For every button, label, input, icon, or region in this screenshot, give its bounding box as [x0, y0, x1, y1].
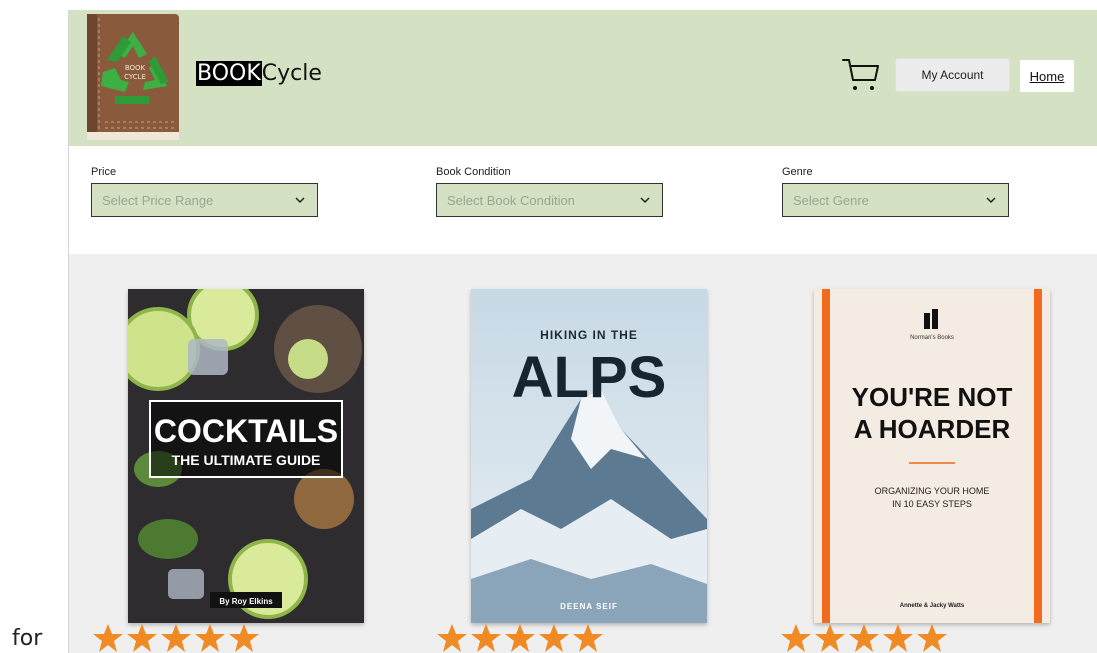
rating-stars-alps: [435, 623, 605, 653]
my-account-button[interactable]: My Account: [895, 58, 1010, 92]
svg-text:IN 10 EASY STEPS: IN 10 EASY STEPS: [892, 499, 972, 509]
site-frame: BOOK CYCLE BOOKCycle My Account Home Pri…: [68, 10, 1097, 653]
book-condition-placeholder: Select Book Condition: [447, 192, 575, 208]
book-cover-cocktails[interactable]: COCKTAILS THE ULTIMATE GUIDE By Roy Elki…: [128, 289, 364, 623]
svg-text:Annette & Jacky Watts: Annette & Jacky Watts: [900, 603, 965, 609]
price-filter-label: Price: [91, 166, 117, 178]
home-link[interactable]: Home: [1020, 60, 1074, 92]
star-icon: [161, 624, 191, 652]
rating-stars-hoarder: [779, 623, 949, 653]
svg-text:ALPS: ALPS: [512, 345, 667, 410]
svg-text:THE ULTIMATE GUIDE: THE ULTIMATE GUIDE: [172, 452, 321, 468]
star-icon: [127, 624, 157, 652]
svg-text:ORGANIZING YOUR HOME: ORGANIZING YOUR HOME: [875, 486, 990, 496]
star-icon: [195, 624, 225, 652]
star-icon: [471, 624, 501, 652]
star-icon: [781, 624, 811, 652]
price-filter: Price Select Price Range: [91, 166, 318, 217]
logo[interactable]: BOOK CYCLE: [85, 12, 185, 144]
book-cover-alps[interactable]: HIKING IN THE ALPS DEENA SEIF: [471, 289, 707, 623]
product-grid: COCKTAILS THE ULTIMATE GUIDE By Roy Elki…: [69, 254, 1097, 653]
chevron-down-icon: [295, 197, 305, 204]
star-icon: [437, 624, 467, 652]
outer-caption-text: for: [12, 626, 43, 651]
brand-highlight: BOOK: [196, 61, 262, 86]
svg-text:COCKTAILS: COCKTAILS: [154, 413, 338, 449]
svg-text:HIKING IN THE: HIKING IN THE: [540, 328, 638, 342]
star-icon: [539, 624, 569, 652]
star-icon: [849, 624, 879, 652]
svg-text:CYCLE: CYCLE: [124, 73, 146, 81]
price-range-select[interactable]: Select Price Range: [91, 183, 318, 217]
svg-text:A HOARDER: A HOARDER: [854, 414, 1011, 444]
chevron-down-icon: [986, 197, 996, 204]
condition-filter-label: Book Condition: [436, 166, 511, 178]
star-icon: [229, 624, 259, 652]
genre-select[interactable]: Select Genre: [782, 183, 1009, 217]
genre-filter: Genre Select Genre: [782, 166, 1009, 217]
star-icon: [917, 624, 947, 652]
brand-title: BOOKCycle: [196, 61, 322, 86]
svg-text:Norman's Books: Norman's Books: [910, 335, 954, 341]
svg-text:YOU'RE NOT: YOU'RE NOT: [852, 382, 1013, 412]
svg-text:BOOK: BOOK: [125, 64, 146, 72]
chevron-down-icon: [640, 197, 650, 204]
site-header: BOOK CYCLE BOOKCycle My Account Home: [69, 10, 1097, 146]
svg-text:By Roy Elkins: By Roy Elkins: [219, 597, 273, 606]
star-icon: [883, 624, 913, 652]
star-icon: [505, 624, 535, 652]
book-condition-select[interactable]: Select Book Condition: [436, 183, 663, 217]
price-range-placeholder: Select Price Range: [102, 192, 214, 208]
cart-icon[interactable]: [841, 56, 881, 96]
filter-bar: Price Select Price Range Book Condition …: [69, 146, 1097, 254]
star-icon: [573, 624, 603, 652]
star-icon: [815, 624, 845, 652]
brand-rest: Cycle: [261, 61, 322, 86]
book-cover-hoarder[interactable]: Norman's Books YOU'RE NOT A HOARDER ORGA…: [814, 289, 1050, 623]
genre-filter-label: Genre: [782, 166, 813, 178]
rating-stars-cocktails: [91, 623, 261, 653]
svg-text:DEENA SEIF: DEENA SEIF: [560, 602, 618, 611]
condition-filter: Book Condition Select Book Condition: [436, 166, 663, 217]
genre-placeholder: Select Genre: [793, 192, 869, 208]
star-icon: [93, 624, 123, 652]
